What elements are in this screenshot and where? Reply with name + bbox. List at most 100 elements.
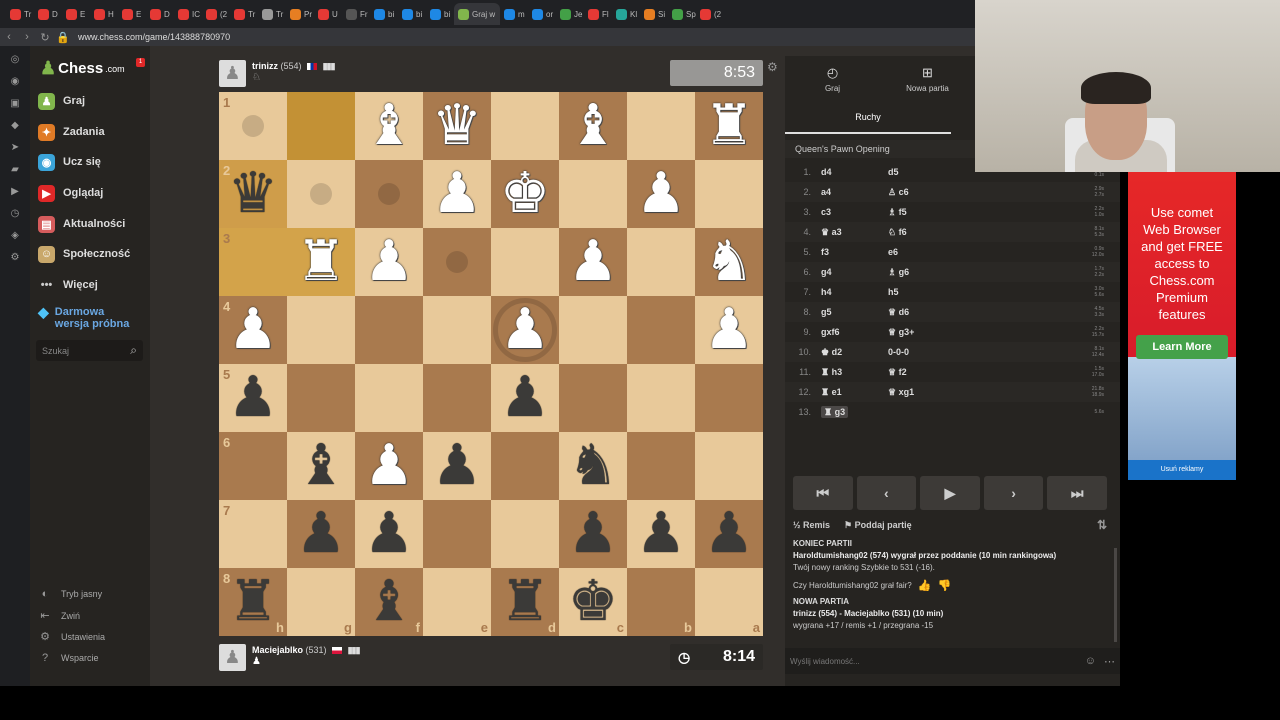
board-square[interactable]: 4 ♟ <box>219 296 287 364</box>
board-square[interactable] <box>355 364 423 432</box>
board-square[interactable]: 8 h ♜ <box>219 568 287 636</box>
black-pawn-piece[interactable]: ♟ <box>636 506 686 562</box>
board-square[interactable]: ♞ <box>559 432 627 500</box>
browser-tab[interactable]: Tr <box>6 3 34 25</box>
browser-tab[interactable]: U <box>314 3 342 25</box>
board-square[interactable] <box>423 364 491 432</box>
settings-link[interactable]: ⚙ Ustawienia <box>38 630 105 643</box>
board-square[interactable]: ♟ <box>491 364 559 432</box>
avatar[interactable]: ♟ <box>219 644 246 671</box>
board-square[interactable]: e <box>423 568 491 636</box>
white-queen-piece[interactable]: ♛ <box>432 98 482 154</box>
board-square[interactable]: f ♝ <box>355 568 423 636</box>
board-square[interactable]: ♟ <box>287 500 355 568</box>
browser-tab[interactable]: bi <box>398 3 426 25</box>
whatsapp-icon[interactable]: ◉ <box>11 76 20 90</box>
sidebar-item-watch[interactable]: ▶ Oglądaj <box>38 182 103 204</box>
black-rook-piece[interactable]: ♜ <box>500 574 550 630</box>
browser-tab[interactable]: Fr <box>342 3 370 25</box>
board-square[interactable]: ♟ <box>559 500 627 568</box>
black-rook-piece[interactable]: ♜ <box>228 574 278 630</box>
browser-tab[interactable]: H <box>90 3 118 25</box>
avatar[interactable]: ♟ <box>219 60 246 87</box>
black-move[interactable]: ♙ c6 <box>888 187 955 198</box>
board-square[interactable] <box>695 432 763 500</box>
white-rook-piece[interactable]: ♜ <box>296 234 346 290</box>
board-square[interactable]: ♟ <box>355 500 423 568</box>
resign-button[interactable]: ⚑ Podda­j partię <box>844 520 912 531</box>
white-pawn-piece[interactable]: ♟ <box>364 234 414 290</box>
white-king-piece[interactable]: ♚ <box>500 166 550 222</box>
white-pawn-piece[interactable]: ♟ <box>704 302 754 358</box>
white-bishop-piece[interactable]: ♝ <box>568 98 618 154</box>
search-icon[interactable]: ⌕ <box>130 343 137 358</box>
black-move[interactable]: ♕ xg1 <box>888 387 955 398</box>
browser-tab[interactable]: bi <box>426 3 454 25</box>
board-square[interactable] <box>491 92 559 160</box>
white-move[interactable]: ♜ g3 <box>821 405 849 418</box>
browser-tab[interactable]: Sp <box>668 3 696 25</box>
tab-moves[interactable]: Ruchy <box>785 106 951 134</box>
cube-icon[interactable]: ◈ <box>11 230 19 244</box>
black-move[interactable]: ♗ f5 <box>888 207 955 218</box>
white-pawn-piece[interactable]: ♟ <box>364 438 414 494</box>
board-square[interactable]: g <box>287 568 355 636</box>
tab-play[interactable]: ◴ Graj <box>785 56 880 102</box>
sidebar-item-learn[interactable]: ◉ Ucz się <box>38 151 101 173</box>
browser-tab[interactable]: bi <box>370 3 398 25</box>
black-pawn-piece[interactable]: ♟ <box>364 506 414 562</box>
board-square[interactable]: ♝ <box>287 432 355 500</box>
board-square[interactable]: b <box>627 568 695 636</box>
browser-tab[interactable]: Tr <box>230 3 258 25</box>
next-move-button[interactable]: › <box>983 476 1044 510</box>
chat-scrollbar[interactable] <box>1114 548 1117 642</box>
board-square[interactable]: 7 <box>219 500 287 568</box>
browser-tab[interactable]: Fl <box>584 3 612 25</box>
more-options-icon[interactable]: ⋯ <box>1104 655 1115 668</box>
board-square[interactable] <box>423 500 491 568</box>
board-square[interactable]: ♟ <box>627 160 695 228</box>
free-trial-link[interactable]: ◆ Darmowa wersja próbna <box>38 305 129 330</box>
board-square[interactable]: ♛ <box>423 92 491 160</box>
board-square[interactable]: ♟ <box>355 432 423 500</box>
white-pawn-piece[interactable]: ♟ <box>568 234 618 290</box>
emoji-icon[interactable]: ☺ <box>1085 655 1096 668</box>
support-link[interactable]: ? Wsparcie <box>38 652 99 664</box>
white-move[interactable]: ♜ h3 <box>821 367 842 377</box>
board-square[interactable]: ♞ <box>695 228 763 296</box>
top-player-name[interactable]: trinizz <box>252 61 278 71</box>
board-square[interactable]: 1 <box>219 92 287 160</box>
white-move[interactable]: f3 <box>821 247 829 257</box>
board-square[interactable]: ♟ <box>491 296 559 364</box>
browser-tab[interactable]: Si <box>640 3 668 25</box>
board-square[interactable] <box>423 228 491 296</box>
learn-more-button[interactable]: Learn More <box>1136 335 1228 359</box>
board-square[interactable]: ♟ <box>423 160 491 228</box>
white-rook-piece[interactable]: ♜ <box>704 98 754 154</box>
black-pawn-piece[interactable]: ♟ <box>432 438 482 494</box>
black-pawn-piece[interactable]: ♟ <box>228 370 278 426</box>
play-button[interactable]: ▶ <box>920 476 980 510</box>
board-square[interactable] <box>627 92 695 160</box>
board-settings-icon[interactable]: ⚙ <box>767 60 778 74</box>
board-square[interactable] <box>627 364 695 432</box>
light-mode-toggle[interactable]: ◐ Tryb jasny <box>38 588 103 600</box>
reload-icon[interactable]: ↻ <box>36 31 54 44</box>
black-knight-piece[interactable]: ♞ <box>568 438 618 494</box>
sidebar-item-play[interactable]: ♟ Graj <box>38 90 85 112</box>
white-move[interactable]: g5 <box>821 307 832 317</box>
white-move[interactable]: a4 <box>821 187 831 197</box>
board-square[interactable]: ♟ <box>423 432 491 500</box>
black-pawn-piece[interactable]: ♟ <box>568 506 618 562</box>
board-square[interactable] <box>287 364 355 432</box>
black-move[interactable]: ♕ f2 <box>888 367 955 378</box>
board-square[interactable] <box>355 296 423 364</box>
board-square[interactable]: ♟ <box>559 228 627 296</box>
board-square[interactable] <box>287 92 355 160</box>
previous-move-button[interactable]: ‹ <box>856 476 917 510</box>
board-square[interactable] <box>287 296 355 364</box>
settings-icon[interactable]: ⚙ <box>11 252 20 266</box>
browser-tab[interactable]: Tr <box>258 3 286 25</box>
board-square[interactable]: ♜ <box>695 92 763 160</box>
black-pawn-piece[interactable]: ♟ <box>500 370 550 426</box>
